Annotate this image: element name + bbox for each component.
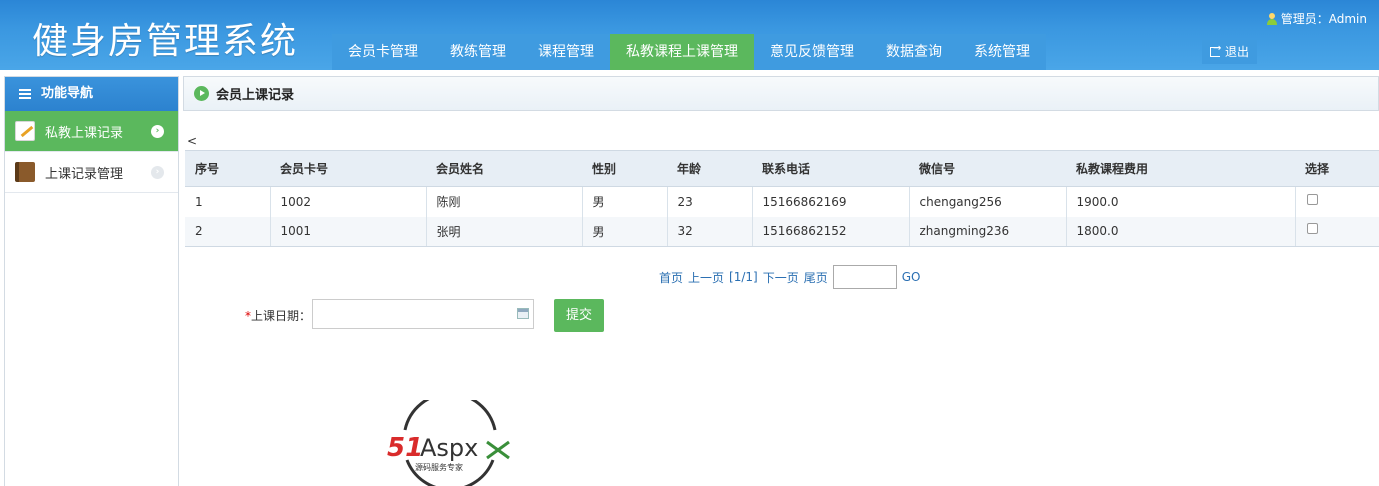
nav-course[interactable]: 课程管理	[522, 34, 610, 70]
nav-feedback[interactable]: 意见反馈管理	[754, 34, 870, 70]
stray-text: <	[187, 134, 198, 148]
date-input[interactable]	[312, 299, 534, 329]
cell-index: 2	[185, 216, 271, 247]
date-label-text: 上课日期：	[251, 309, 312, 323]
cell-fee: 1800.0	[1066, 216, 1296, 247]
nav-member-card[interactable]: 会员卡管理	[332, 34, 434, 70]
page-title: 会员上课记录	[216, 88, 295, 103]
cell-phone: 15166862152	[752, 216, 910, 247]
chevron-right-icon: ›	[151, 165, 164, 179]
table-header-row: 序号 会员卡号 会员姓名 性别 年龄 联系电话 微信号 私教课程费用 选择	[185, 150, 1379, 187]
next-page-link[interactable]: 下一页	[763, 269, 799, 286]
sidebar-header: 功能导航	[5, 77, 178, 111]
col-header: 联系电话	[752, 150, 909, 187]
cell-age: 32	[667, 216, 753, 247]
svg-text:51: 51	[387, 433, 423, 463]
cell-wechat: zhangming236	[909, 216, 1067, 247]
cell-card-no: 1001	[270, 216, 427, 247]
page-number-input[interactable]	[832, 265, 897, 289]
nav-data-query[interactable]: 数据查询	[870, 34, 958, 70]
first-page-link[interactable]: 首页	[659, 269, 683, 286]
chevron-right-icon: ›	[151, 124, 164, 138]
date-label: *上课日期：	[245, 307, 311, 324]
svg-text:Aspx: Aspx	[420, 434, 478, 462]
col-header: 会员姓名	[426, 150, 582, 187]
table-row: 1 1002 陈刚 男 23 15166862169 chengang256 1…	[185, 186, 1379, 217]
col-header: 会员卡号	[270, 150, 426, 187]
cell-phone: 15166862169	[752, 186, 910, 217]
col-header: 序号	[185, 150, 270, 187]
records-table: 序号 会员卡号 会员姓名 性别 年龄 联系电话 微信号 私教课程费用 选择 1 …	[185, 150, 1379, 247]
prev-page-link[interactable]: 上一页	[688, 269, 724, 286]
logout-button[interactable]: 退出	[1202, 40, 1258, 64]
cell-name: 张明	[426, 216, 583, 247]
cell-name: 陈刚	[426, 186, 583, 217]
sidebar-title: 功能导航	[41, 86, 94, 101]
go-button[interactable]: GO	[902, 270, 921, 284]
page-title-bar: 会员上课记录	[183, 76, 1379, 111]
user-info: 管理员：Admin	[1266, 10, 1367, 27]
book-icon	[15, 162, 35, 182]
watermark-logo: 51 Aspx 源码服务专家	[387, 400, 510, 486]
cell-gender: 男	[582, 216, 668, 247]
notepad-icon	[15, 121, 35, 141]
cell-age: 23	[667, 186, 753, 217]
row-checkbox[interactable]	[1306, 193, 1318, 205]
col-header: 选择	[1295, 150, 1379, 187]
logout-icon	[1210, 44, 1221, 57]
cell-wechat: chengang256	[909, 186, 1067, 217]
page-info: [1/1]	[729, 270, 758, 284]
col-header: 私教课程费用	[1066, 150, 1295, 187]
sidebar: 功能导航 私教上课记录 › 上课记录管理 ›	[4, 76, 179, 486]
pagination: 首页 上一页 [1/1] 下一页 尾页 GO	[659, 265, 921, 289]
top-nav: 会员卡管理 教练管理 课程管理 私教课程上课管理 意见反馈管理 数据查询 系统管…	[332, 34, 1046, 70]
app-header: 健身房管理系统 会员卡管理 教练管理 课程管理 私教课程上课管理 意见反馈管理 …	[0, 0, 1379, 70]
col-header: 年龄	[667, 150, 752, 187]
col-header: 性别	[582, 150, 667, 187]
logout-label: 退出	[1225, 45, 1250, 59]
svg-text:源码服务专家: 源码服务专家	[415, 462, 463, 472]
play-icon	[194, 86, 209, 101]
user-icon	[1266, 12, 1277, 25]
sidebar-item-record-management[interactable]: 上课记录管理 ›	[5, 152, 178, 193]
row-checkbox[interactable]	[1306, 223, 1318, 235]
cell-card-no: 1002	[270, 186, 427, 217]
last-page-link[interactable]: 尾页	[804, 269, 828, 286]
cell-index: 1	[185, 186, 271, 217]
nav-private-class[interactable]: 私教课程上课管理	[610, 34, 754, 70]
cell-select	[1295, 187, 1379, 217]
sidebar-item-label: 上课记录管理	[45, 166, 124, 182]
list-icon	[19, 89, 31, 99]
sidebar-item-private-records[interactable]: 私教上课记录 ›	[5, 111, 178, 152]
nav-coach[interactable]: 教练管理	[434, 34, 522, 70]
sidebar-item-label: 私教上课记录	[45, 125, 124, 141]
table-row: 2 1001 张明 男 32 15166862152 zhangming236 …	[185, 216, 1379, 247]
col-header: 微信号	[909, 150, 1066, 187]
user-name: 管理员：Admin	[1280, 12, 1367, 26]
calendar-icon[interactable]	[517, 308, 529, 319]
nav-system[interactable]: 系统管理	[958, 34, 1046, 70]
submit-button[interactable]: 提交	[554, 299, 604, 332]
app-title: 健身房管理系统	[32, 21, 299, 62]
cell-fee: 1900.0	[1066, 186, 1296, 217]
cell-select	[1295, 216, 1379, 247]
cell-gender: 男	[582, 186, 668, 217]
